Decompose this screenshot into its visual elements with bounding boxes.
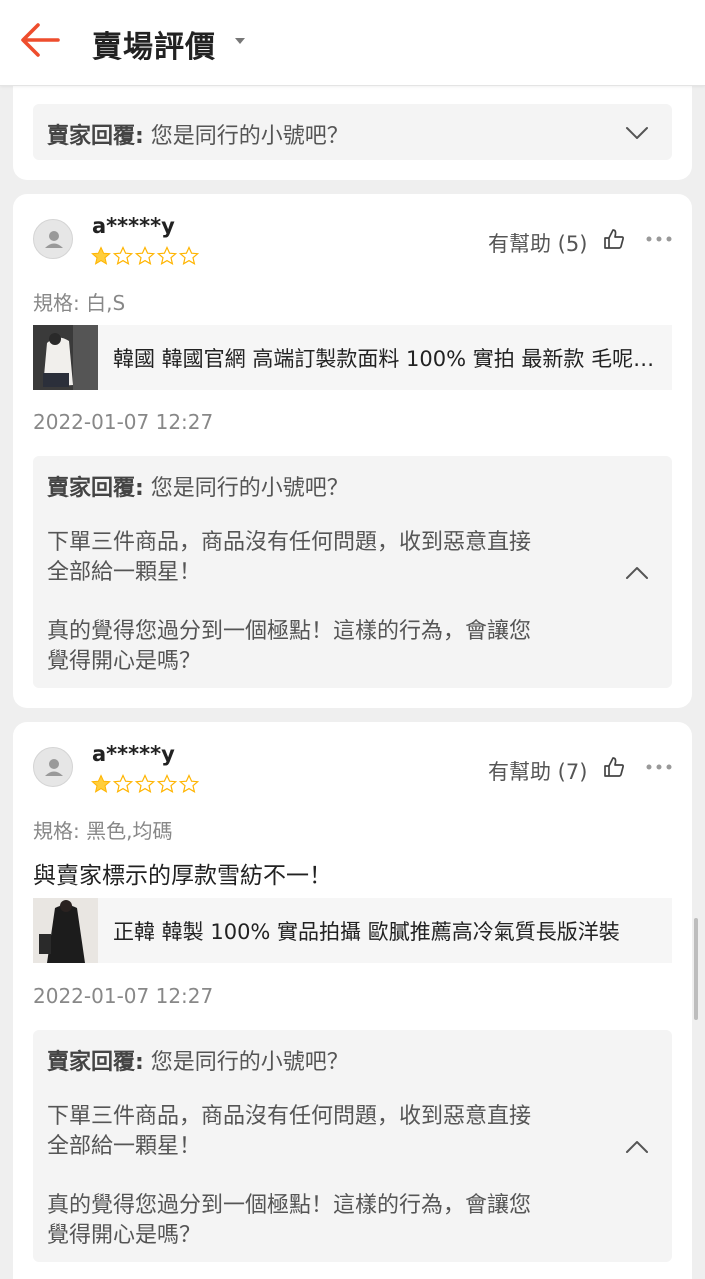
product-name[interactable]: 韓國 韓國官網 高端訂製款面料 100% 實拍 最新款 毛呢外套: [113, 343, 658, 373]
seller-reply-line: 全部給一顆星！: [47, 560, 202, 585]
seller-reply-line: 真的覺得您過分到一個極點！這樣的行為，會讓您: [47, 619, 532, 644]
reviewer-username[interactable]: a*****y: [92, 742, 175, 766]
seller-reply-line: 下單三件商品，商品沒有任何問題，收到惡意直接: [47, 530, 532, 555]
review-timestamp: 2022-01-07 12:27: [33, 984, 214, 1008]
star-icon: [91, 246, 111, 265]
seller-reply-expanded: 賣家回覆: 您是同行的小號吧？ 下單三件商品，商品沒有任何問題，收到惡意直接 全…: [33, 1030, 672, 1262]
seller-reply-line: 覺得開心是嗎？: [47, 1223, 202, 1248]
star-icon: [135, 246, 155, 266]
review-card-partial: 賣家回覆: 您是同行的小號吧？: [13, 86, 692, 180]
seller-reply-line: 全部給一顆星！: [47, 1134, 202, 1159]
thumbs-up-icon[interactable]: [603, 228, 625, 250]
helpful-count[interactable]: 有幫助 (7): [488, 756, 587, 786]
seller-reply-first-line: 您是同行的小號吧？: [143, 476, 349, 501]
chevron-up-icon[interactable]: [625, 566, 649, 580]
seller-reply-header: 賣家回覆: 您是同行的小號吧？: [47, 470, 349, 502]
dropdown-caret-icon[interactable]: [233, 36, 247, 46]
user-avatar-icon[interactable]: [33, 219, 73, 259]
product-link[interactable]: 正韓 韓製 100% 實品拍攝 歐膩推薦高冷氣質長版洋裝: [33, 898, 672, 963]
review-card: a*****y 有幫助 (7) 規格: 黑色,均碼 與賣家標示的厚款雪紡不一！ …: [13, 722, 692, 1279]
seller-reply-line: 覺得開心是嗎？: [47, 649, 202, 674]
star-rating: [91, 774, 199, 794]
seller-reply-header: 賣家回覆: 您是同行的小號吧？: [47, 1044, 349, 1076]
review-text: 與賣家標示的厚款雪紡不一！: [33, 863, 332, 889]
product-thumbnail: [33, 898, 98, 963]
product-name[interactable]: 正韓 韓製 100% 實品拍攝 歐膩推薦高冷氣質長版洋裝: [113, 916, 658, 946]
more-dots-icon[interactable]: [645, 234, 673, 244]
review-card: a*****y 有幫助 (5) 規格: 白,S 韓國 韓國官網 高端訂製款面料 …: [13, 194, 692, 708]
star-icon: [157, 246, 177, 266]
star-icon: [157, 774, 177, 794]
seller-reply-label: 賣家回覆:: [47, 476, 144, 501]
seller-reply-expanded: 賣家回覆: 您是同行的小號吧？ 下單三件商品，商品沒有任何問題，收到惡意直接 全…: [33, 456, 672, 688]
product-spec: 規格: 白,S: [33, 291, 126, 315]
more-dots-icon[interactable]: [645, 762, 673, 772]
star-icon: [113, 246, 133, 266]
reviewer-username[interactable]: a*****y: [92, 214, 175, 238]
seller-reply-header: 賣家回覆: 您是同行的小號吧？: [47, 118, 349, 150]
page-title[interactable]: 賣場評價: [92, 22, 216, 66]
back-arrow-icon[interactable]: [18, 20, 62, 60]
star-icon: [135, 774, 155, 794]
scrollbar[interactable]: [694, 918, 698, 1020]
review-timestamp: 2022-01-07 12:27: [33, 410, 214, 434]
seller-reply-line: 下單三件商品，商品沒有任何問題，收到惡意直接: [47, 1104, 532, 1129]
app-header: 賣場評價: [0, 0, 705, 86]
star-rating: [91, 246, 199, 266]
seller-reply-first-line: 您是同行的小號吧？: [143, 124, 349, 149]
chevron-up-icon[interactable]: [625, 1140, 649, 1154]
product-thumbnail: [33, 325, 98, 390]
user-avatar-icon[interactable]: [33, 747, 73, 787]
star-icon: [179, 774, 199, 794]
star-icon: [179, 246, 199, 266]
helpful-count[interactable]: 有幫助 (5): [488, 228, 587, 258]
seller-reply-collapsed[interactable]: 賣家回覆: 您是同行的小號吧？: [33, 104, 672, 160]
seller-reply-line: 真的覺得您過分到一個極點！這樣的行為，會讓您: [47, 1193, 532, 1218]
product-link[interactable]: 韓國 韓國官網 高端訂製款面料 100% 實拍 最新款 毛呢外套: [33, 325, 672, 390]
chevron-down-icon[interactable]: [625, 126, 649, 140]
star-icon: [91, 774, 111, 793]
product-spec: 規格: 黑色,均碼: [33, 819, 173, 843]
seller-reply-first-line: 您是同行的小號吧？: [143, 1050, 349, 1075]
star-icon: [113, 774, 133, 794]
seller-reply-label: 賣家回覆:: [47, 1050, 144, 1075]
seller-reply-label: 賣家回覆:: [47, 124, 144, 149]
thumbs-up-icon[interactable]: [603, 756, 625, 778]
